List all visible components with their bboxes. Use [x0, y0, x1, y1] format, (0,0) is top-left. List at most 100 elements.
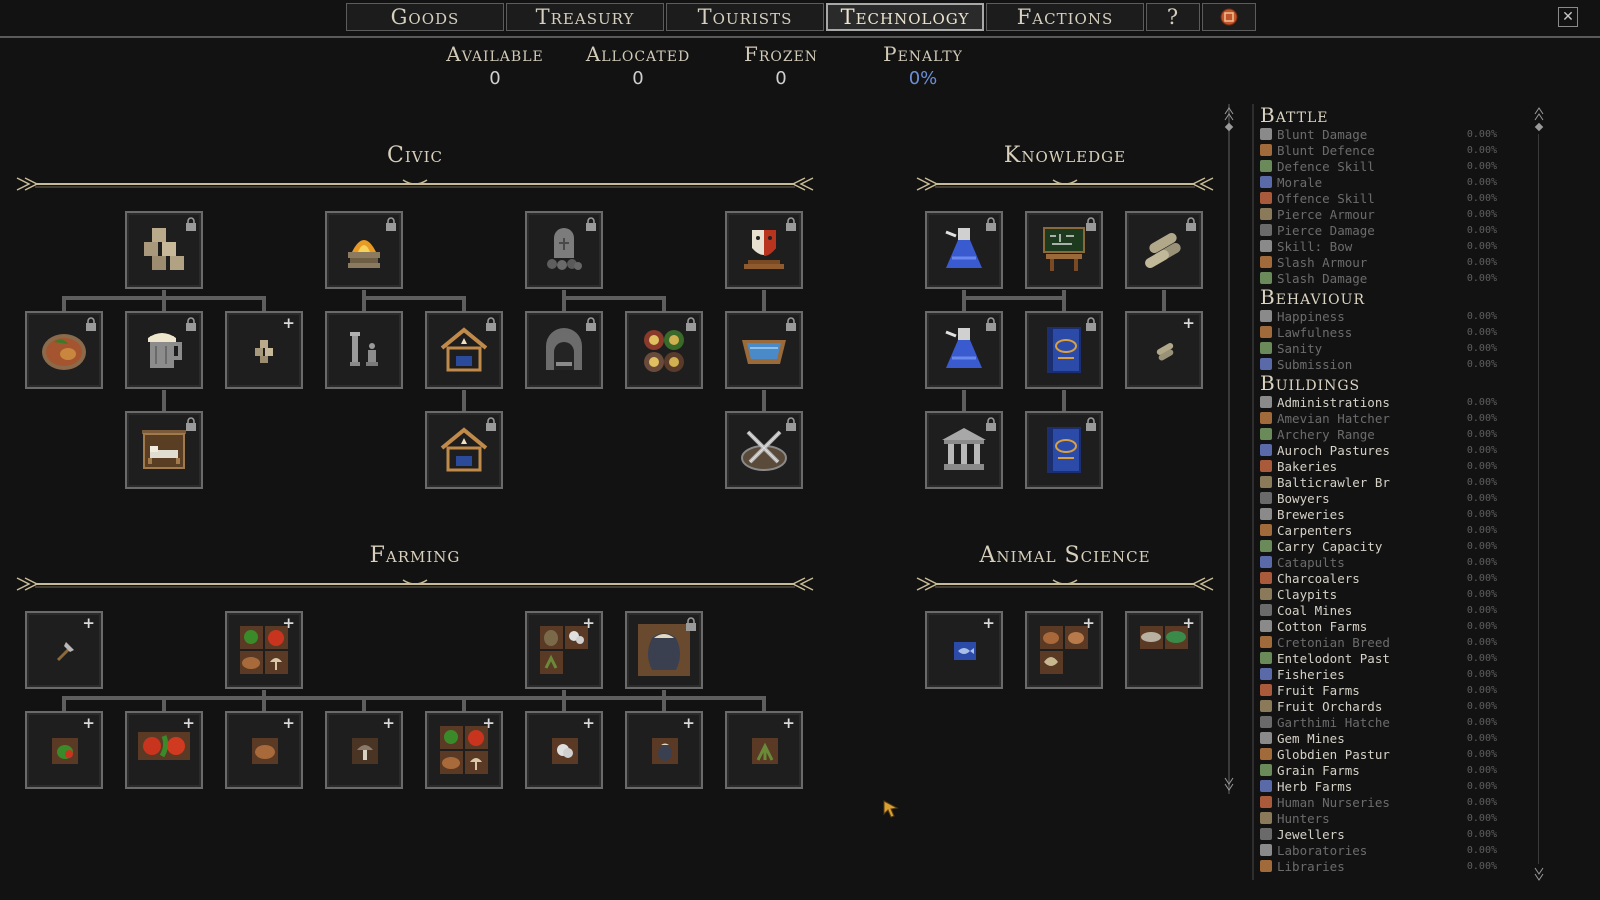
tech-node-farming-cotton[interactable]: +	[525, 711, 603, 789]
tech-node-civic-bath[interactable]	[725, 311, 803, 389]
tech-node-knowledge-columns[interactable]	[925, 411, 1003, 489]
tab-tourists[interactable]: Tourists	[666, 3, 824, 31]
modifier-row[interactable]: Entelodont Past 0.00%	[1254, 650, 1514, 666]
modifier-row[interactable]: Cotton Farms 0.00%	[1254, 618, 1514, 634]
tech-node-farming-produce-2[interactable]: +	[425, 711, 503, 789]
tech-node-civic-statue[interactable]	[325, 311, 403, 389]
modifier-row[interactable]: Skill: Bow 0.00%	[1254, 238, 1514, 254]
tech-node-farming-bread[interactable]: +	[225, 711, 303, 789]
tech-node-farming-mushroom[interactable]: +	[325, 711, 403, 789]
tech-node-farming-sack[interactable]	[625, 611, 703, 689]
modifier-row[interactable]: Happiness 0.00%	[1254, 308, 1514, 324]
modifier-row[interactable]: Blunt Defence 0.00%	[1254, 142, 1514, 158]
tab-technology[interactable]: Technology	[826, 3, 984, 31]
tech-node-farming-herb[interactable]: +	[725, 711, 803, 789]
tech-node-civic-stone-small[interactable]: +	[225, 311, 303, 389]
tech-node-knowledge-desk[interactable]	[1025, 211, 1103, 289]
tab-calendar[interactable]	[1202, 3, 1256, 31]
modifier-row[interactable]: Laboratories 0.00%	[1254, 842, 1514, 858]
modifier-row[interactable]: Pierce Armour 0.00%	[1254, 206, 1514, 222]
tab-factions[interactable]: Factions	[986, 3, 1144, 31]
tech-node-farming-sack-2[interactable]: +	[625, 711, 703, 789]
modifier-row[interactable]: Carry Capacity 0.00%	[1254, 538, 1514, 554]
modifier-row[interactable]: Balticrawler Br 0.00%	[1254, 474, 1514, 490]
panel-scroll-down-icon[interactable]	[1534, 864, 1544, 884]
tech-node-civic-grave[interactable]	[525, 211, 603, 289]
tech-node-knowledge-scrolls[interactable]	[1125, 211, 1203, 289]
modifier-label: Carpenters	[1277, 522, 1353, 538]
panel-scrollbar[interactable]	[1534, 104, 1544, 884]
modifier-row[interactable]: Carpenters 0.00%	[1254, 522, 1514, 538]
modifier-row[interactable]: Archery Range 0.00%	[1254, 426, 1514, 442]
tab-treasury[interactable]: Treasury	[506, 3, 664, 31]
main-scrollbar[interactable]	[1224, 104, 1238, 794]
modifier-row[interactable]: Breweries 0.00%	[1254, 506, 1514, 522]
modifier-row[interactable]: Administrations 0.00%	[1254, 394, 1514, 410]
tech-node-knowledge-flask-2[interactable]	[925, 311, 1003, 389]
tech-node-farming-axe[interactable]: +	[25, 611, 103, 689]
tech-node-farming-goods[interactable]: +	[525, 611, 603, 689]
tech-node-civic-stone[interactable]	[125, 211, 203, 289]
tech-node-knowledge-scroll-small[interactable]: +	[1125, 311, 1203, 389]
modifier-row[interactable]: Coal Mines 0.00%	[1254, 602, 1514, 618]
tech-node-animal-livestock[interactable]: +	[1025, 611, 1103, 689]
modifier-row[interactable]: Pierce Damage 0.00%	[1254, 222, 1514, 238]
modifier-row[interactable]: Jewellers 0.00%	[1254, 826, 1514, 842]
modifier-row[interactable]: Fruit Orchards 0.00%	[1254, 698, 1514, 714]
modifier-row[interactable]: Fisheries 0.00%	[1254, 666, 1514, 682]
scroll-up-icon[interactable]	[1224, 104, 1234, 134]
modifier-row[interactable]: Submission 0.00%	[1254, 356, 1514, 372]
panel-scroll-up-icon[interactable]	[1534, 104, 1544, 134]
tech-node-civic-shrine-2[interactable]	[425, 411, 503, 489]
modifier-row[interactable]: Libraries 0.00%	[1254, 858, 1514, 874]
tech-node-farming-vegetable[interactable]: +	[25, 711, 103, 789]
tech-node-animal-creatures[interactable]: +	[1125, 611, 1203, 689]
modifier-row[interactable]: Offence Skill 0.00%	[1254, 190, 1514, 206]
tab-goods[interactable]: Goods	[346, 3, 504, 31]
modifier-row[interactable]: Defence Skill 0.00%	[1254, 158, 1514, 174]
modifier-row[interactable]: Morale 0.00%	[1254, 174, 1514, 190]
modifier-row[interactable]: Cretonian Breed 0.00%	[1254, 634, 1514, 650]
modifier-row[interactable]: Amevian Hatcher 0.00%	[1254, 410, 1514, 426]
tech-node-civic-inn[interactable]	[125, 411, 203, 489]
tech-node-farming-produce[interactable]: +	[225, 611, 303, 689]
modifier-row[interactable]: Bowyers 0.00%	[1254, 490, 1514, 506]
tech-node-civic-arena[interactable]	[725, 411, 803, 489]
scroll-down-icon[interactable]	[1224, 774, 1234, 794]
tech-node-farming-apples[interactable]: +	[125, 711, 203, 789]
modifier-row[interactable]: Grain Farms 0.00%	[1254, 762, 1514, 778]
modifier-row[interactable]: Blunt Damage 0.00%	[1254, 126, 1514, 142]
tech-node-civic-tapestry[interactable]	[625, 311, 703, 389]
modifier-row[interactable]: Human Nurseries 0.00%	[1254, 794, 1514, 810]
modifier-row[interactable]: Hunters 0.00%	[1254, 810, 1514, 826]
tech-node-civic-shrine[interactable]	[425, 311, 503, 389]
modifier-row[interactable]: Slash Armour 0.00%	[1254, 254, 1514, 270]
tech-node-civic-beer[interactable]	[125, 311, 203, 389]
tech-node-knowledge-flask[interactable]	[925, 211, 1003, 289]
tech-node-civic-meal[interactable]	[25, 311, 103, 389]
modifier-row[interactable]: Slash Damage 0.00%	[1254, 270, 1514, 286]
modifier-row[interactable]: Bakeries 0.00%	[1254, 458, 1514, 474]
modifier-row[interactable]: Sanity 0.00%	[1254, 340, 1514, 356]
modifier-row[interactable]: Fruit Farms 0.00%	[1254, 682, 1514, 698]
tech-node-civic-oven[interactable]	[525, 311, 603, 389]
modifier-row[interactable]: Gem Mines 0.00%	[1254, 730, 1514, 746]
tech-node-civic-theater[interactable]	[725, 211, 803, 289]
modifier-row[interactable]: Globdien Pastur 0.00%	[1254, 746, 1514, 762]
modifier-row[interactable]: Claypits 0.00%	[1254, 586, 1514, 602]
modifier-row[interactable]: Catapults 0.00%	[1254, 554, 1514, 570]
modifier-row[interactable]: Garthimi Hatche 0.00%	[1254, 714, 1514, 730]
tab-help[interactable]: ?	[1146, 3, 1200, 31]
close-button[interactable]: ✕	[1558, 7, 1578, 27]
stat-available: Available 0	[425, 42, 565, 89]
tech-node-animal-fish[interactable]: +	[925, 611, 1003, 689]
modifier-row[interactable]: Lawfulness 0.00%	[1254, 324, 1514, 340]
tech-node-knowledge-book-2[interactable]	[1025, 411, 1103, 489]
modifier-row[interactable]: Charcoalers 0.00%	[1254, 570, 1514, 586]
modifier-label: Bakeries	[1277, 458, 1338, 474]
tech-node-civic-fire[interactable]	[325, 211, 403, 289]
tech-node-knowledge-book[interactable]	[1025, 311, 1103, 389]
scroll-bundle-icon	[1136, 222, 1192, 278]
modifier-row[interactable]: Herb Farms 0.00%	[1254, 778, 1514, 794]
modifier-row[interactable]: Auroch Pastures 0.00%	[1254, 442, 1514, 458]
